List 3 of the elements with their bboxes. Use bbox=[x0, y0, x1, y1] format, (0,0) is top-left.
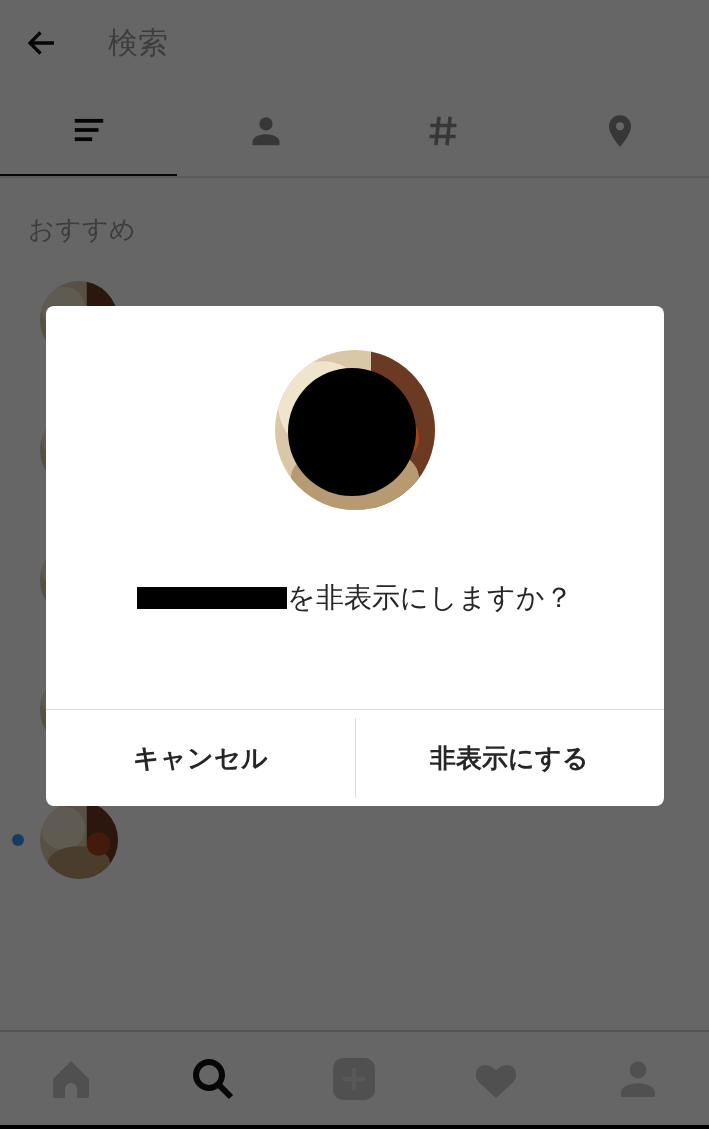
cancel-button[interactable]: キャンセル bbox=[46, 718, 355, 798]
dialog-message: を非表示にしますか？ bbox=[287, 579, 573, 616]
hide-button[interactable]: 非表示にする bbox=[354, 718, 664, 798]
